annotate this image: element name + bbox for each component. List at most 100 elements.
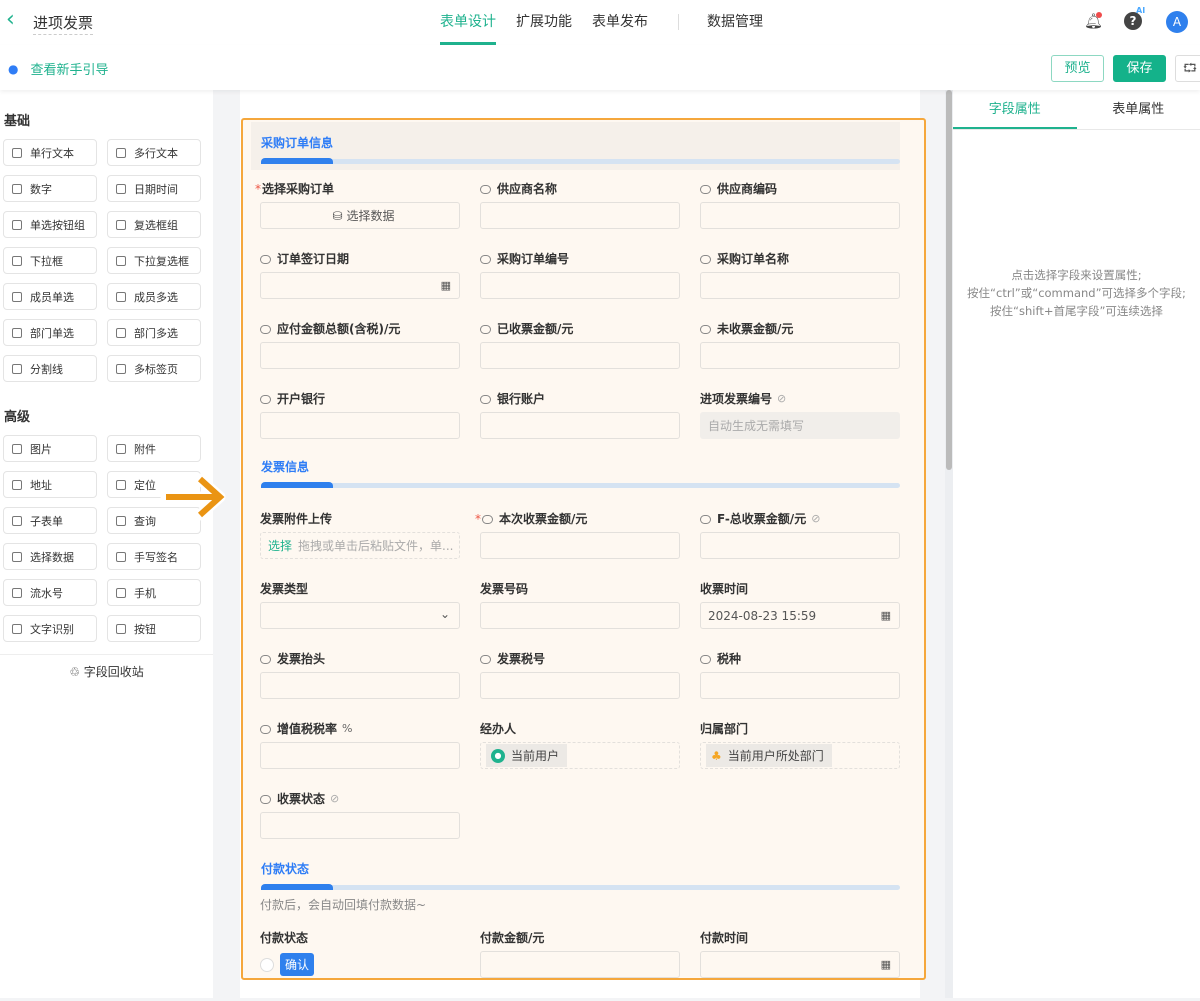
- form-field[interactable]: 未收票金额/元: [700, 322, 900, 392]
- canvas-scrollbar[interactable]: [945, 90, 953, 998]
- form-field[interactable]: 发票类型⌄: [260, 582, 460, 652]
- form-field[interactable]: 银行账户: [480, 392, 680, 462]
- palette-item[interactable]: 附件: [107, 435, 201, 462]
- field-input[interactable]: [700, 272, 900, 299]
- scrollbar-thumb[interactable]: [946, 90, 952, 470]
- bell-icon[interactable]: 🔔︎: [1084, 12, 1102, 30]
- field-input[interactable]: ▦: [260, 272, 460, 299]
- palette-item[interactable]: 地址: [3, 471, 97, 498]
- field-input[interactable]: [260, 342, 460, 369]
- tab-publish[interactable]: 表单发布: [592, 0, 648, 45]
- field-input[interactable]: [700, 532, 900, 559]
- field-input[interactable]: [480, 412, 680, 439]
- field-input[interactable]: ⛁ 选择数据: [260, 202, 460, 229]
- form-field[interactable]: *选择采购订单⛁ 选择数据: [260, 182, 460, 252]
- palette-item[interactable]: 选择数据: [3, 543, 97, 570]
- palette-item[interactable]: 分割线: [3, 355, 97, 382]
- avatar[interactable]: A: [1166, 11, 1188, 33]
- tab-field-properties[interactable]: 字段属性: [953, 90, 1077, 129]
- form-field[interactable]: 采购订单编号: [480, 252, 680, 322]
- form-field[interactable]: 收票时间2024-08-23 15:59▦: [700, 582, 900, 652]
- field-input[interactable]: 选择拖拽或单击后粘贴文件，单...: [260, 532, 460, 559]
- recycle-bin-button[interactable]: ♲ 字段回收站: [0, 654, 213, 680]
- field-input[interactable]: ⌄: [260, 602, 460, 629]
- form-field[interactable]: F-总收票金额/元⊘: [700, 512, 900, 582]
- field-input[interactable]: ●当前用户: [480, 742, 680, 769]
- palette-item[interactable]: 复选框组: [107, 211, 201, 238]
- share-icon[interactable]: ⮔: [1175, 55, 1200, 82]
- form-field[interactable]: 供应商编码: [700, 182, 900, 252]
- form-field[interactable]: 发票附件上传选择拖拽或单击后粘贴文件，单...: [260, 512, 460, 582]
- palette-item[interactable]: 部门多选: [107, 319, 201, 346]
- upload-select-link[interactable]: 选择: [268, 537, 292, 554]
- field-input[interactable]: [260, 412, 460, 439]
- chevron-left-icon[interactable]: ‹: [6, 9, 15, 31]
- palette-item[interactable]: 多行文本: [107, 139, 201, 166]
- field-input[interactable]: [480, 602, 680, 629]
- field-input[interactable]: 自动生成无需填写: [700, 412, 900, 439]
- field-input[interactable]: [480, 342, 680, 369]
- form-field[interactable]: 发票抬头: [260, 652, 460, 722]
- field-input[interactable]: [260, 812, 460, 839]
- palette-item[interactable]: 流水号: [3, 579, 97, 606]
- field-input[interactable]: [480, 202, 680, 229]
- form-field[interactable]: 进项发票编号⊘自动生成无需填写: [700, 392, 900, 462]
- field-input[interactable]: [260, 742, 460, 769]
- field-input[interactable]: [480, 532, 680, 559]
- palette-item[interactable]: 日期时间: [107, 175, 201, 202]
- field-input[interactable]: [260, 672, 460, 699]
- field-input[interactable]: [700, 342, 900, 369]
- palette-item[interactable]: 文字识别: [3, 615, 97, 642]
- tab-data-management[interactable]: 数据管理: [707, 0, 763, 45]
- palette-item[interactable]: 手写签名: [107, 543, 201, 570]
- form-field[interactable]: 订单签订日期▦: [260, 252, 460, 322]
- form-field[interactable]: 供应商名称: [480, 182, 680, 252]
- confirm-button[interactable]: 确认: [280, 953, 314, 976]
- palette-item[interactable]: 数字: [3, 175, 97, 202]
- form-title[interactable]: 进项发票: [33, 12, 93, 35]
- palette-item[interactable]: 按钮: [107, 615, 201, 642]
- form-field[interactable]: 采购订单名称: [700, 252, 900, 322]
- form-field[interactable]: 发票号码: [480, 582, 680, 652]
- field-input[interactable]: 2024-08-23 15:59▦: [700, 602, 900, 629]
- field-input[interactable]: ▦: [700, 951, 900, 978]
- palette-item[interactable]: 下拉复选框: [107, 247, 201, 274]
- palette-item[interactable]: 成员多选: [107, 283, 201, 310]
- palette-item[interactable]: 部门单选: [3, 319, 97, 346]
- radio-button[interactable]: [260, 958, 274, 972]
- form-field[interactable]: 经办人●当前用户: [480, 722, 680, 792]
- guide-link[interactable]: ●查看新手引导: [8, 59, 109, 78]
- palette-item[interactable]: 子表单: [3, 507, 97, 534]
- tab-form-properties[interactable]: 表单属性: [1077, 90, 1200, 129]
- field-input[interactable]: [480, 672, 680, 699]
- form-field[interactable]: 增值税税率%: [260, 722, 460, 792]
- field-input[interactable]: ♣当前用户所处部门: [700, 742, 900, 769]
- form-field[interactable]: 付款时间▦: [700, 931, 900, 1001]
- form-field[interactable]: 开户银行: [260, 392, 460, 462]
- tab-extensions[interactable]: 扩展功能: [516, 0, 572, 45]
- field-input[interactable]: [480, 951, 680, 978]
- form-field[interactable]: 收票状态⊘: [260, 792, 460, 862]
- form-field[interactable]: 税种: [700, 652, 900, 722]
- field-input[interactable]: [480, 272, 680, 299]
- palette-item[interactable]: 单选按钮组: [3, 211, 97, 238]
- field-input[interactable]: [700, 672, 900, 699]
- palette-item[interactable]: 多标签页: [107, 355, 201, 382]
- form-field[interactable]: 付款状态确认: [260, 931, 460, 1001]
- form-field[interactable]: 归属部门♣当前用户所处部门: [700, 722, 900, 792]
- tab-form-design[interactable]: 表单设计: [440, 0, 496, 45]
- form-field[interactable]: 发票税号: [480, 652, 680, 722]
- field-input[interactable]: [700, 202, 900, 229]
- form-field[interactable]: *本次收票金额/元: [480, 512, 680, 582]
- form-field[interactable]: 付款金额/元: [480, 931, 680, 1001]
- form-field[interactable]: 已收票金额/元: [480, 322, 680, 392]
- form-field[interactable]: 应付金额总额(含税)/元: [260, 322, 460, 392]
- palette-item[interactable]: 手机: [107, 579, 201, 606]
- palette-item[interactable]: 图片: [3, 435, 97, 462]
- palette-item[interactable]: 单行文本: [3, 139, 97, 166]
- preview-button[interactable]: 预览: [1051, 55, 1104, 82]
- save-button[interactable]: 保存: [1113, 55, 1166, 82]
- palette-item[interactable]: 成员单选: [3, 283, 97, 310]
- palette-item[interactable]: 下拉框: [3, 247, 97, 274]
- palette-item-label: 图片: [30, 441, 52, 457]
